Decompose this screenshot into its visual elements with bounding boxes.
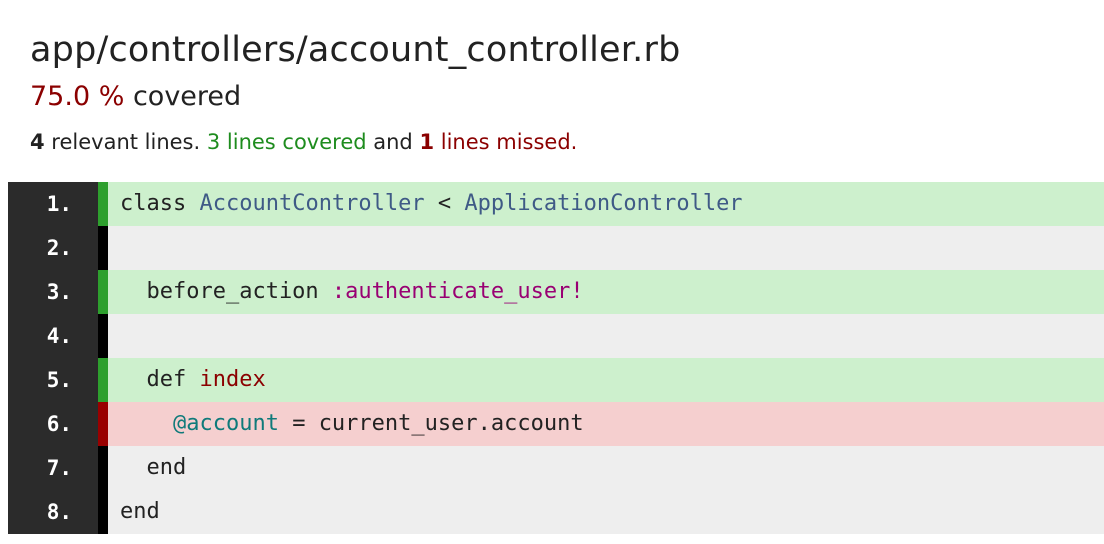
code-token: < bbox=[424, 191, 465, 216]
line-number: 2. bbox=[8, 226, 98, 270]
missed-lines-text: lines missed. bbox=[434, 130, 578, 154]
coverage-marker bbox=[98, 182, 108, 226]
covered-lines-text: 3 lines covered bbox=[206, 130, 367, 154]
line-number: 1. bbox=[8, 182, 98, 226]
code-line: 8. end bbox=[8, 490, 1104, 534]
coverage-marker bbox=[98, 270, 108, 314]
code-token: = current_user.account bbox=[278, 411, 584, 436]
relevant-count: 4 bbox=[30, 130, 45, 154]
code-token: ApplicationController bbox=[464, 191, 743, 216]
source-code bbox=[108, 226, 1104, 270]
line-number: 3. bbox=[8, 270, 98, 314]
missed-count: 1 bbox=[419, 130, 435, 154]
coverage-marker bbox=[98, 402, 108, 446]
line-number: 5. bbox=[8, 358, 98, 402]
code-token: @account bbox=[172, 411, 279, 436]
source-code: end bbox=[108, 446, 1104, 490]
code-line: 1. class AccountController < ApplicationC… bbox=[8, 182, 1104, 226]
source-code: class AccountController < ApplicationCon… bbox=[108, 182, 1104, 226]
covered-label: covered bbox=[132, 81, 242, 112]
source-code: @account = current_user.account bbox=[108, 402, 1104, 446]
coverage-percent-line: 75.0 % covered bbox=[30, 80, 241, 114]
code-token: index bbox=[199, 367, 266, 392]
code-line: 4. bbox=[8, 314, 1104, 358]
source-listing: 1. class AccountController < ApplicationC… bbox=[8, 182, 1104, 534]
code-line: 3. before_action :authenticate_user! bbox=[8, 270, 1104, 314]
file-path-title: app/controllers/account_controller.rb bbox=[30, 30, 681, 70]
line-number: 4. bbox=[8, 314, 98, 358]
coverage-marker bbox=[98, 358, 108, 402]
source-code: before_action :authenticate_user! bbox=[108, 270, 1104, 314]
coverage-marker bbox=[98, 446, 108, 490]
source-code: def index bbox=[108, 358, 1104, 402]
coverage-marker bbox=[98, 226, 108, 270]
coverage-percent: 75.0 % bbox=[30, 81, 125, 112]
source-code: end bbox=[108, 490, 1104, 534]
coverage-marker bbox=[98, 490, 108, 534]
code-token: def bbox=[120, 367, 200, 392]
code-line: 5. def index bbox=[8, 358, 1104, 402]
code-token: class bbox=[120, 191, 200, 216]
line-number: 8. bbox=[8, 490, 98, 534]
code-line: 7. end bbox=[8, 446, 1104, 490]
code-line: 2. bbox=[8, 226, 1104, 270]
coverage-summary: 4 relevant lines. 3 lines covered and 1 … bbox=[30, 128, 577, 156]
code-token: :authenticate_user! bbox=[331, 279, 584, 304]
code-token: end bbox=[120, 455, 187, 480]
code-token: end bbox=[120, 499, 160, 524]
relevant-text: relevant lines. bbox=[44, 130, 207, 154]
line-number: 6. bbox=[8, 402, 98, 446]
coverage-marker bbox=[98, 314, 108, 358]
code-token: AccountController bbox=[199, 191, 425, 216]
code-token: before_action bbox=[120, 279, 332, 304]
line-number: 7. bbox=[8, 446, 98, 490]
and-text: and bbox=[366, 130, 420, 154]
source-code bbox=[108, 314, 1104, 358]
code-line: 6. @account = current_user.account bbox=[8, 402, 1104, 446]
